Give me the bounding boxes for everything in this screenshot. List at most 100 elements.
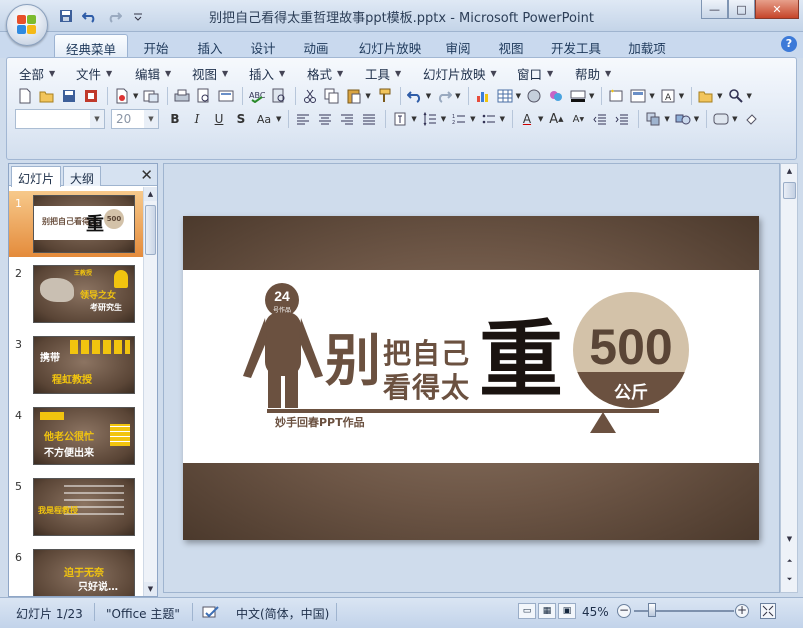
zoom-slider-knob[interactable] — [648, 603, 656, 617]
numbering-icon[interactable]: 12 — [449, 109, 469, 129]
insert-picture-icon[interactable] — [546, 86, 566, 106]
underline-icon[interactable]: U — [209, 109, 229, 129]
cut-icon[interactable] — [300, 86, 320, 106]
arrange-icon[interactable] — [643, 109, 663, 129]
chevron-down-icon[interactable]: ▼ — [500, 115, 505, 123]
help-icon[interactable]: ? — [781, 36, 797, 52]
menu-help[interactable]: 帮助 ▼ — [575, 64, 633, 83]
redo-icon[interactable] — [434, 86, 454, 106]
editor-scrollbar[interactable]: ▲ ▼ ⏶ ⏷ — [780, 163, 798, 593]
chevron-down-icon[interactable]: ▼ — [470, 115, 475, 123]
shape-style-icon[interactable] — [711, 109, 731, 129]
slide-thumbnail-1[interactable]: 1 别把自己看得太 重 500 — [9, 191, 143, 257]
chevron-down-icon[interactable]: ▼ — [717, 92, 722, 100]
tab-view[interactable]: 视图 — [491, 34, 531, 58]
tab-developer[interactable]: 开发工具 — [544, 34, 608, 58]
shrink-font-icon[interactable]: A ▼ — [568, 109, 588, 129]
chevron-down-icon[interactable]: ▼ — [694, 115, 699, 123]
chevron-down-icon[interactable]: ▼ — [276, 115, 281, 123]
grow-font-icon[interactable]: A ▲ — [546, 109, 566, 129]
previous-slide-icon[interactable]: ⏶ — [782, 554, 797, 568]
tab-insert[interactable]: 插入 — [190, 34, 230, 58]
bullets-icon[interactable] — [479, 109, 499, 129]
justify-icon[interactable] — [359, 109, 379, 129]
text-direction-icon[interactable] — [390, 109, 410, 129]
export-pdf-icon[interactable] — [112, 86, 132, 106]
font-color-icon[interactable]: A — [517, 109, 537, 129]
zoom-level[interactable]: 45% — [582, 605, 609, 619]
chevron-down-icon[interactable]: ▼ — [664, 115, 669, 123]
minimize-button[interactable]: — — [701, 0, 728, 19]
italic-icon[interactable]: I — [187, 109, 207, 129]
maximize-button[interactable]: □ — [728, 0, 755, 19]
font-size-combo[interactable]: 20 ▼ — [111, 109, 159, 129]
chevron-down-icon[interactable]: ▼ — [133, 92, 138, 100]
slide-thumbnail-3[interactable]: 3 携带 程虹教授 — [9, 332, 143, 398]
text-box-icon[interactable]: A — [658, 86, 678, 106]
current-slide[interactable]: 24 号作品 别 把自己 看得太 重 500 公斤 妙手回春PPT作品 — [183, 216, 759, 540]
fit-to-window-icon[interactable] — [760, 603, 776, 619]
tab-design[interactable]: 设计 — [243, 34, 283, 58]
open-icon[interactable] — [37, 86, 57, 106]
chevron-down-icon[interactable]: ▼ — [411, 115, 416, 123]
slides-panel-scrollbar[interactable]: ▲ ▼ — [143, 187, 157, 596]
tab-slideshow[interactable]: 幻灯片放映 — [350, 34, 430, 58]
scrollbar-thumb[interactable] — [783, 182, 796, 199]
scrollbar-thumb[interactable] — [145, 205, 156, 255]
permission-icon[interactable] — [81, 86, 101, 106]
tab-animation[interactable]: 动画 — [296, 34, 336, 58]
zoom-in-icon[interactable]: + — [735, 604, 749, 618]
fill-color-icon[interactable] — [568, 86, 588, 106]
new-icon[interactable] — [15, 86, 35, 106]
undo-icon[interactable] — [405, 86, 425, 106]
scroll-down-icon[interactable]: ▼ — [782, 532, 797, 546]
chevron-down-icon[interactable]: ▼ — [455, 92, 460, 100]
tab-outline[interactable]: 大纲 — [63, 166, 102, 186]
menu-insert[interactable]: 插入 ▼ — [249, 64, 307, 83]
chevron-down-icon[interactable]: ▼ — [589, 92, 594, 100]
slide-thumbnail-2[interactable]: 2 王教授 领导之女 考研究生 — [9, 261, 143, 327]
slide-thumbnail-6[interactable]: 6 迫于无奈 只好说… — [9, 545, 143, 596]
menu-tools[interactable]: 工具 ▼ — [365, 64, 423, 83]
scroll-up-icon[interactable]: ▲ — [144, 187, 157, 201]
align-left-icon[interactable] — [293, 109, 313, 129]
chevron-down-icon[interactable]: ▼ — [426, 92, 431, 100]
menu-view[interactable]: 视图 ▼ — [192, 64, 249, 83]
print-icon[interactable] — [172, 86, 192, 106]
align-center-icon[interactable] — [315, 109, 335, 129]
clipart-icon[interactable] — [524, 86, 544, 106]
language-indicator[interactable]: 中文(简体，中国) — [236, 605, 329, 622]
line-spacing-icon[interactable] — [420, 109, 440, 129]
menu-window[interactable]: 窗口 ▼ — [517, 64, 575, 83]
chevron-down-icon[interactable]: ▼ — [649, 92, 654, 100]
menu-format[interactable]: 格式 ▼ — [307, 64, 365, 83]
chevron-down-icon[interactable]: ▼ — [90, 110, 104, 128]
menu-edit[interactable]: 编辑 ▼ — [135, 64, 192, 83]
slide-thumbnail-4[interactable]: 4 他老公很忙 不方便出来 — [9, 403, 143, 469]
menu-all[interactable]: 全部 ▼ — [19, 64, 76, 83]
tab-slides[interactable]: 幻灯片 — [11, 166, 62, 187]
tab-review[interactable]: 审阅 — [438, 34, 478, 58]
normal-view-icon[interactable]: ▭ — [518, 603, 536, 619]
chevron-down-icon[interactable]: ▼ — [538, 115, 543, 123]
tab-classic-menu[interactable]: 经典菜单 — [54, 34, 128, 58]
format-painter-icon[interactable] — [374, 86, 394, 106]
layout-icon[interactable] — [628, 86, 648, 106]
tab-home[interactable]: 开始 — [136, 34, 176, 58]
chevron-down-icon[interactable]: ▼ — [516, 92, 521, 100]
bold-icon[interactable]: B — [165, 109, 185, 129]
spelling-icon[interactable]: ABC — [247, 86, 267, 106]
slide-thumbnail-5[interactable]: 5 我是程教授 — [9, 474, 143, 540]
chevron-down-icon[interactable]: ▼ — [365, 92, 370, 100]
close-button[interactable]: ✕ — [755, 0, 799, 19]
insert-table-icon[interactable] — [495, 86, 515, 106]
spell-check-icon[interactable] — [202, 605, 220, 622]
next-slide-icon[interactable]: ⏷ — [782, 572, 797, 586]
change-case-icon[interactable]: Aa — [253, 109, 275, 129]
scroll-down-icon[interactable]: ▼ — [144, 582, 157, 596]
chevron-down-icon[interactable]: ▼ — [144, 110, 158, 128]
decrease-indent-icon[interactable] — [590, 109, 610, 129]
slide-layout-icon[interactable] — [216, 86, 236, 106]
close-icon[interactable]: ✕ — [140, 166, 153, 184]
save-icon[interactable] — [59, 86, 79, 106]
